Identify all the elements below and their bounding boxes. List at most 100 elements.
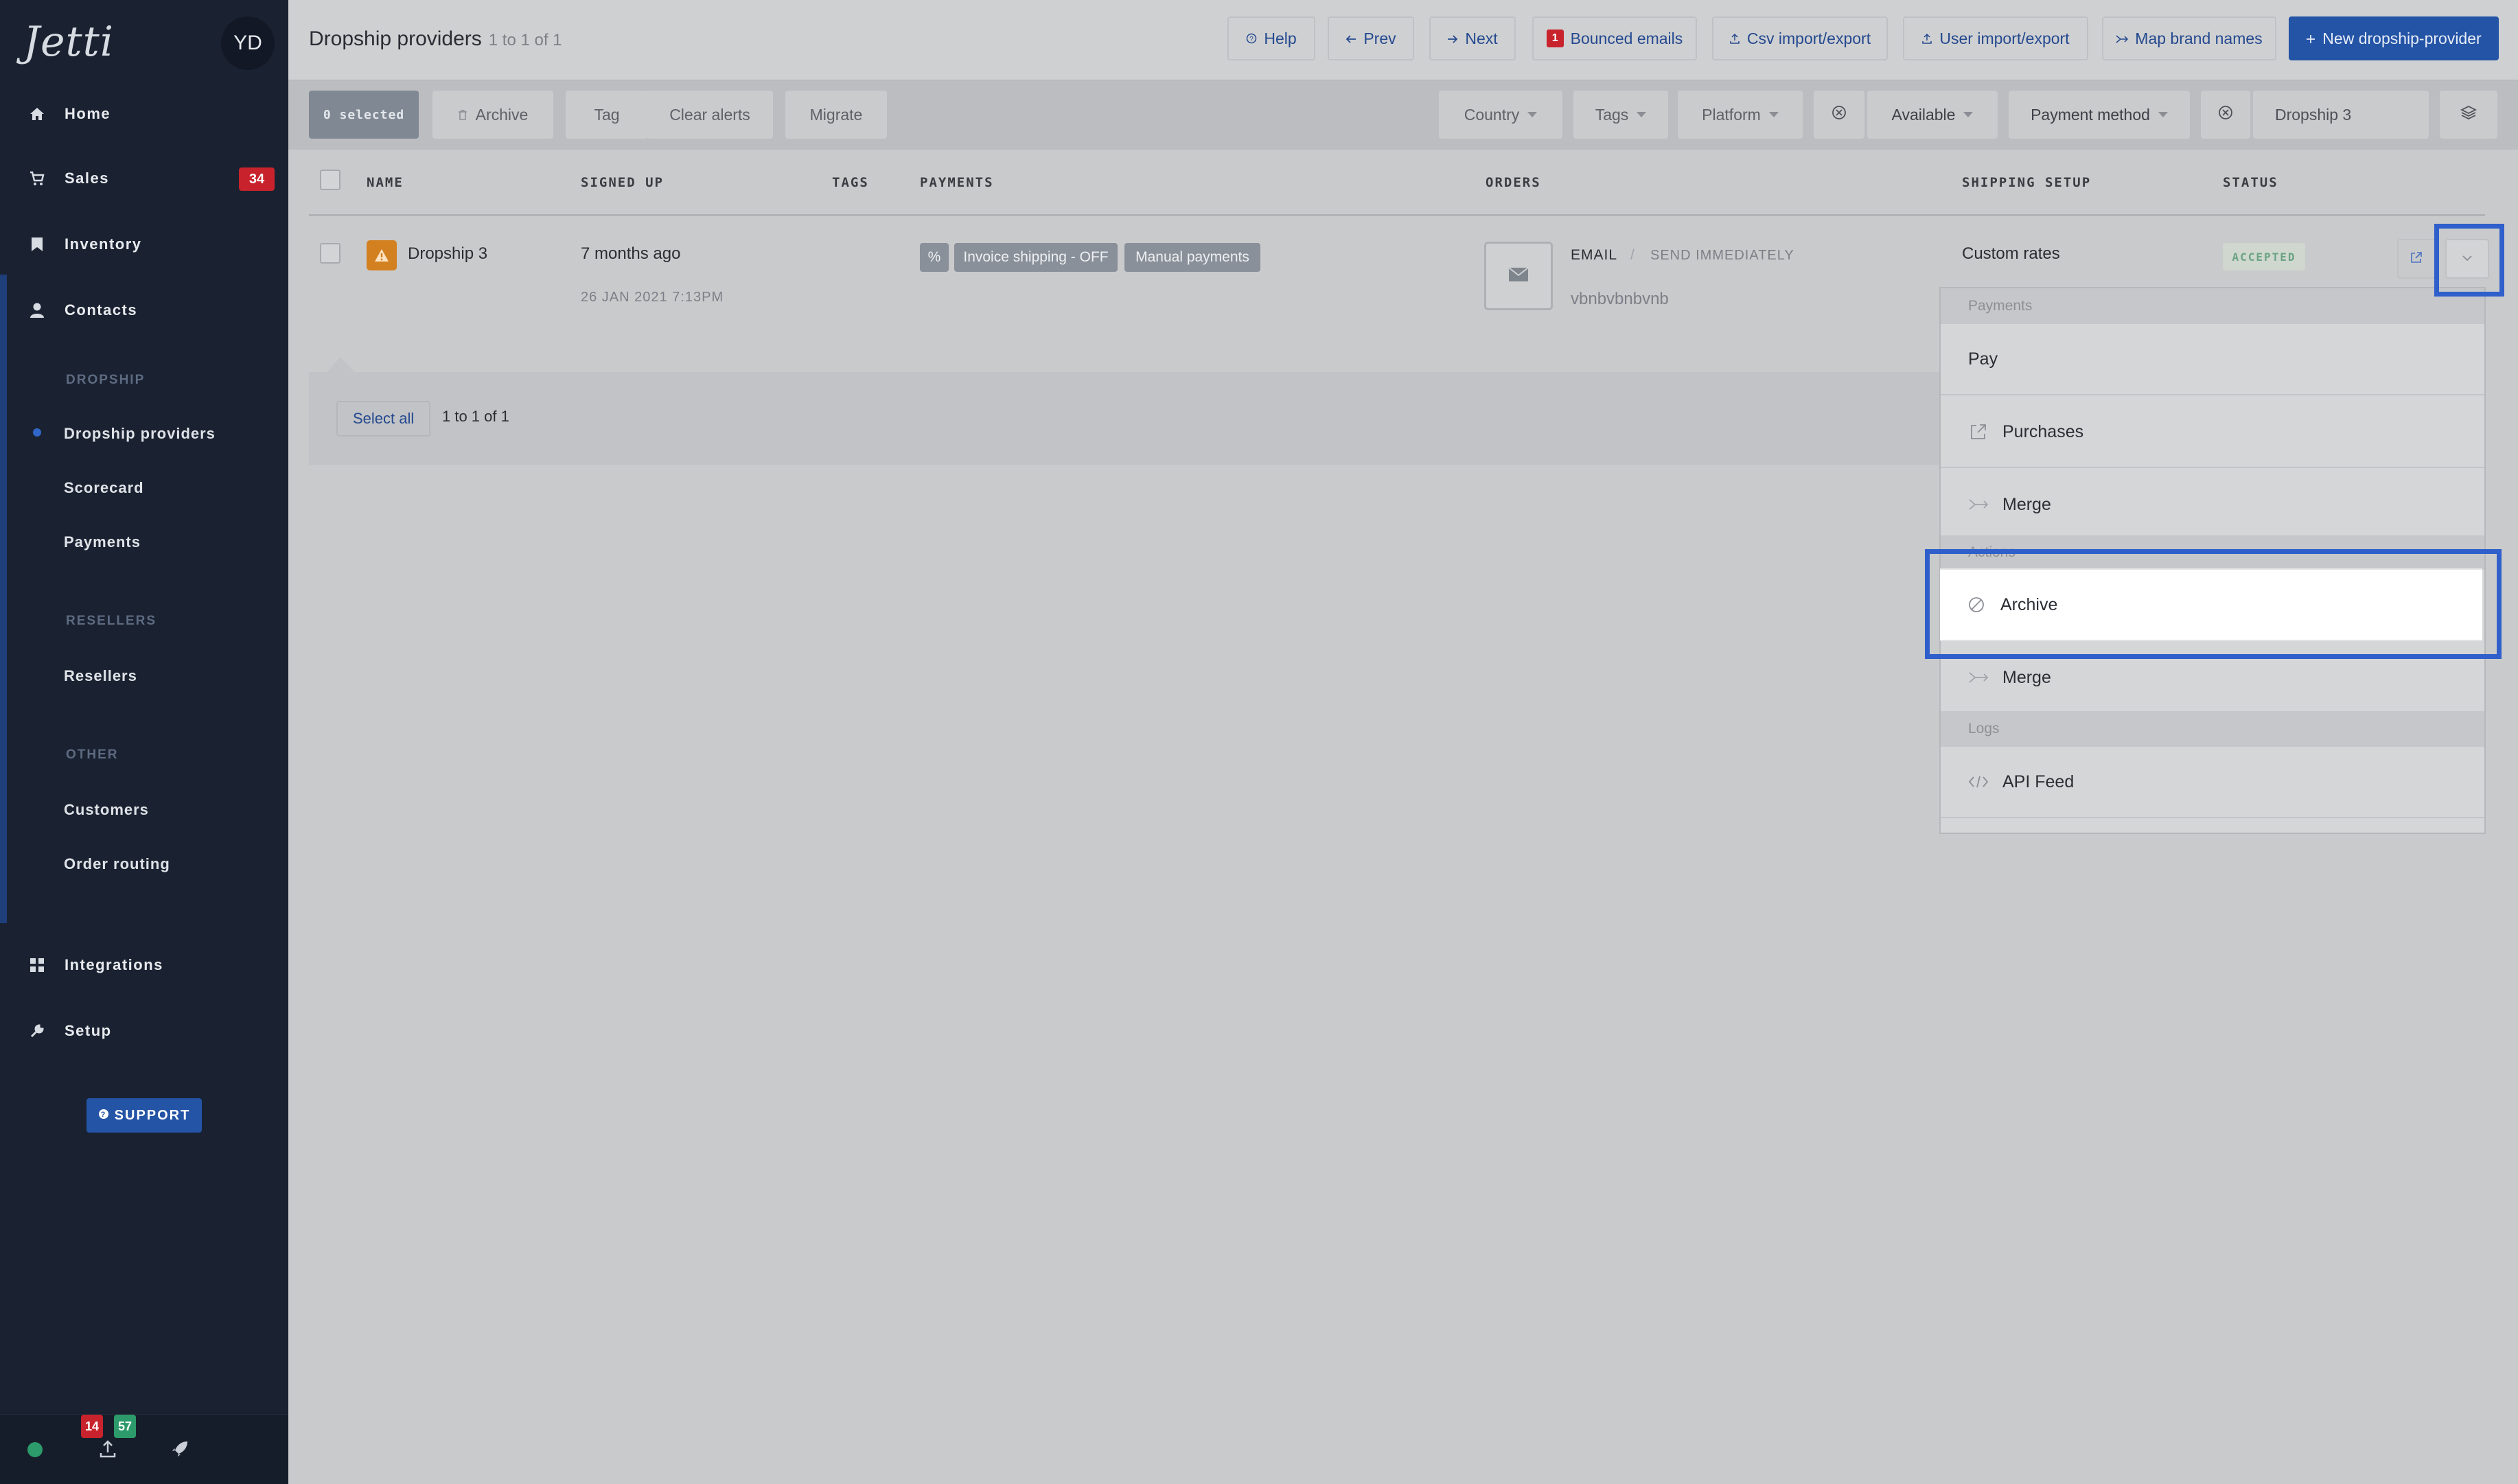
invoice-shipping-tag: Invoice shipping - OFF: [954, 243, 1118, 272]
bulk-archive-label: Archive: [475, 105, 529, 124]
tags-filter[interactable]: Tags: [1573, 91, 1668, 139]
email-icon-box: [1484, 242, 1553, 310]
sidebar-footer: 14 57: [0, 1414, 288, 1484]
sidebar-item-dropship-providers[interactable]: Dropship providers: [64, 425, 216, 443]
upload-icon: [1729, 30, 1740, 48]
map-brand-names-button[interactable]: Map brand names: [2102, 16, 2276, 60]
signed-up-date: 26 JAN 2021 7:13PM: [581, 290, 724, 305]
sidebar-item-scorecard[interactable]: Scorecard: [64, 479, 144, 497]
sidebar-item-order-routing[interactable]: Order routing: [64, 855, 170, 873]
help-circle-icon: ?: [1246, 30, 1257, 48]
column-header-status: STATUS: [2223, 175, 2278, 190]
percent-tag: %: [920, 243, 949, 272]
order-timing: SEND IMMEDIATELY: [1650, 248, 1794, 263]
new-dropship-provider-label: New dropship-provider: [2322, 29, 2482, 47]
bulk-archive-button[interactable]: Archive: [432, 91, 553, 139]
country-filter[interactable]: Country: [1439, 91, 1562, 139]
nav-integrations[interactable]: Integrations: [27, 944, 163, 986]
user-import-export-label: User import/export: [1939, 29, 2070, 47]
bounced-emails-button[interactable]: 1 Bounced emails: [1532, 16, 1697, 60]
menu-item-merge[interactable]: Merge: [1941, 469, 2484, 541]
available-filter-label: Available: [1891, 105, 1956, 124]
user-avatar[interactable]: YD: [221, 16, 275, 70]
next-button[interactable]: Next: [1429, 16, 1516, 60]
available-filter[interactable]: Available: [1867, 91, 1998, 139]
payment-method-filter[interactable]: Payment method: [2009, 91, 2190, 139]
menu-item-api-feed[interactable]: API Feed: [1941, 747, 2484, 818]
payment-method-filter-label: Payment method: [2031, 105, 2150, 124]
chevron-down-icon: [1768, 112, 1779, 117]
sidebar-item-resellers[interactable]: Resellers: [64, 667, 137, 685]
upload-icon[interactable]: [99, 1439, 117, 1462]
new-dropship-provider-button[interactable]: New dropship-provider: [2289, 16, 2499, 60]
nav-home-label: Home: [65, 105, 111, 122]
separator: /: [1630, 247, 1635, 263]
clear-availability-button[interactable]: [1814, 91, 1864, 139]
prev-button[interactable]: Prev: [1328, 16, 1414, 60]
columns-settings-button[interactable]: [2440, 91, 2497, 139]
dropdown-button-focus-outline: [2434, 224, 2504, 297]
grid-icon: [27, 955, 47, 975]
help-circle-icon: ?: [98, 1108, 109, 1124]
help-button[interactable]: ? Help: [1227, 16, 1315, 60]
nav-integrations-label: Integrations: [65, 956, 163, 973]
sidebar: Jetti YD Home Sales 34 Inventory Contact…: [0, 0, 288, 1484]
chevron-down-icon: [2158, 112, 2168, 117]
select-all-button[interactable]: Select all: [336, 401, 431, 437]
home-icon: [27, 104, 47, 124]
warning-icon: [367, 240, 397, 270]
bulk-tag-button[interactable]: Tag: [566, 91, 648, 139]
signed-up-relative: 7 months ago: [581, 244, 681, 263]
nav-contacts-label: Contacts: [65, 301, 138, 318]
country-filter-label: Country: [1464, 105, 1520, 124]
selected-count-button[interactable]: 0 selected: [309, 91, 419, 139]
nav-setup[interactable]: Setup: [27, 1010, 112, 1052]
menu-item-purchases-label: Purchases: [2002, 421, 2084, 441]
nav-contacts[interactable]: Contacts: [27, 290, 137, 331]
menu-item-api-feed-label: API Feed: [2002, 772, 2075, 791]
nav-inventory[interactable]: Inventory: [27, 224, 142, 265]
svg-text:?: ?: [100, 1111, 106, 1119]
close-circle-icon: [1832, 105, 1847, 124]
clear-search-button[interactable]: [2201, 91, 2250, 139]
row-checkbox[interactable]: [320, 243, 340, 264]
arrow-left-icon: [1345, 30, 1356, 48]
code-icon: [1968, 772, 1989, 792]
rocket-icon[interactable]: [170, 1439, 189, 1462]
nav-sales[interactable]: Sales: [27, 158, 109, 199]
menu-item-pay[interactable]: Pay: [1941, 324, 2484, 395]
pager-count: 1 to 1 of 1: [442, 408, 509, 425]
nav-home[interactable]: Home: [27, 93, 111, 135]
column-header-signed-up[interactable]: SIGNED UP: [581, 175, 664, 190]
layers-icon: [2460, 105, 2477, 124]
sidebar-item-customers[interactable]: Customers: [64, 801, 149, 819]
bounced-count-badge: 1: [1546, 30, 1564, 47]
platform-filter[interactable]: Platform: [1678, 91, 1803, 139]
migrate-button[interactable]: Migrate: [785, 91, 887, 139]
app-logo[interactable]: Jetti: [23, 18, 114, 66]
wrench-icon: [27, 1021, 47, 1041]
chevron-down-icon: [1637, 112, 1647, 117]
select-all-checkbox[interactable]: [320, 170, 340, 190]
section-heading-dropship: DROPSHIP: [66, 373, 146, 387]
csv-import-export-button[interactable]: Csv import/export: [1712, 16, 1888, 60]
provider-name-link[interactable]: Dropship 3: [408, 244, 487, 264]
merge-icon: [1968, 494, 1989, 515]
column-header-orders: ORDERS: [1486, 175, 1541, 190]
menu-item-purchases[interactable]: Purchases: [1941, 397, 2484, 468]
result-count: 1 to 1 of 1: [488, 31, 562, 49]
open-external-button[interactable]: [2397, 239, 2436, 279]
column-header-tags: TAGS: [832, 175, 869, 190]
upload-icon: [1921, 30, 1932, 48]
user-import-export-button[interactable]: User import/export: [1903, 16, 2088, 60]
merge-icon: [1968, 667, 1989, 688]
page-title: Dropship providers 1 to 1 of 1: [309, 27, 562, 51]
support-button[interactable]: ? SUPPORT: [86, 1098, 202, 1133]
search-input[interactable]: Dropship 3: [2253, 91, 2429, 139]
column-header-name[interactable]: NAME: [367, 175, 404, 190]
sidebar-item-payments[interactable]: Payments: [64, 533, 141, 551]
arrow-right-icon: [1447, 30, 1458, 48]
order-method: EMAIL: [1571, 247, 1618, 263]
archive-item-focus-outline: [1925, 549, 2502, 659]
clear-alerts-button[interactable]: Clear alerts: [647, 91, 773, 139]
